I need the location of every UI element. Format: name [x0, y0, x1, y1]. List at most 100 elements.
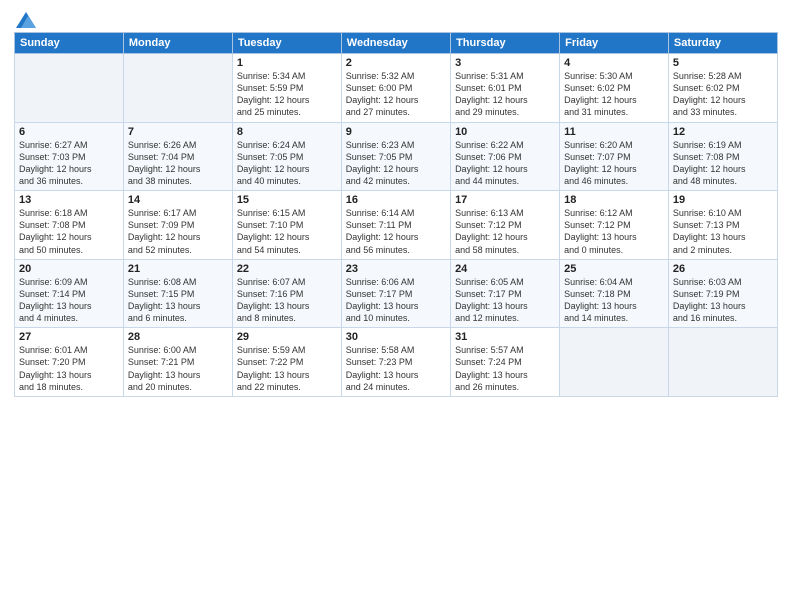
calendar-cell: 26Sunrise: 6:03 AM Sunset: 7:19 PM Dayli…	[668, 259, 777, 328]
day-number: 24	[455, 263, 555, 275]
cell-content: Sunrise: 6:18 AM Sunset: 7:08 PM Dayligh…	[19, 207, 119, 256]
calendar-cell: 31Sunrise: 5:57 AM Sunset: 7:24 PM Dayli…	[451, 328, 560, 397]
day-number: 18	[564, 194, 664, 206]
cell-content: Sunrise: 6:24 AM Sunset: 7:05 PM Dayligh…	[237, 139, 337, 188]
cell-content: Sunrise: 5:31 AM Sunset: 6:01 PM Dayligh…	[455, 70, 555, 119]
calendar-week-row: 20Sunrise: 6:09 AM Sunset: 7:14 PM Dayli…	[15, 259, 778, 328]
calendar-cell: 29Sunrise: 5:59 AM Sunset: 7:22 PM Dayli…	[232, 328, 341, 397]
cell-content: Sunrise: 6:10 AM Sunset: 7:13 PM Dayligh…	[673, 207, 773, 256]
calendar-cell: 24Sunrise: 6:05 AM Sunset: 7:17 PM Dayli…	[451, 259, 560, 328]
cell-content: Sunrise: 5:34 AM Sunset: 5:59 PM Dayligh…	[237, 70, 337, 119]
day-of-week-header: Thursday	[451, 33, 560, 54]
cell-content: Sunrise: 6:08 AM Sunset: 7:15 PM Dayligh…	[128, 276, 228, 325]
cell-content: Sunrise: 6:12 AM Sunset: 7:12 PM Dayligh…	[564, 207, 664, 256]
day-number: 25	[564, 263, 664, 275]
cell-content: Sunrise: 6:22 AM Sunset: 7:06 PM Dayligh…	[455, 139, 555, 188]
day-number: 31	[455, 331, 555, 343]
calendar-cell: 23Sunrise: 6:06 AM Sunset: 7:17 PM Dayli…	[341, 259, 450, 328]
cell-content: Sunrise: 6:27 AM Sunset: 7:03 PM Dayligh…	[19, 139, 119, 188]
calendar-cell	[15, 54, 124, 123]
calendar-cell: 13Sunrise: 6:18 AM Sunset: 7:08 PM Dayli…	[15, 191, 124, 260]
calendar-cell: 14Sunrise: 6:17 AM Sunset: 7:09 PM Dayli…	[123, 191, 232, 260]
cell-content: Sunrise: 5:28 AM Sunset: 6:02 PM Dayligh…	[673, 70, 773, 119]
calendar-cell: 15Sunrise: 6:15 AM Sunset: 7:10 PM Dayli…	[232, 191, 341, 260]
cell-content: Sunrise: 6:03 AM Sunset: 7:19 PM Dayligh…	[673, 276, 773, 325]
day-of-week-header: Friday	[560, 33, 669, 54]
cell-content: Sunrise: 6:26 AM Sunset: 7:04 PM Dayligh…	[128, 139, 228, 188]
day-number: 5	[673, 57, 773, 69]
day-number: 14	[128, 194, 228, 206]
calendar-cell: 17Sunrise: 6:13 AM Sunset: 7:12 PM Dayli…	[451, 191, 560, 260]
calendar-cell: 3Sunrise: 5:31 AM Sunset: 6:01 PM Daylig…	[451, 54, 560, 123]
calendar-cell: 25Sunrise: 6:04 AM Sunset: 7:18 PM Dayli…	[560, 259, 669, 328]
cell-content: Sunrise: 6:19 AM Sunset: 7:08 PM Dayligh…	[673, 139, 773, 188]
day-number: 9	[346, 126, 446, 138]
calendar-cell: 2Sunrise: 5:32 AM Sunset: 6:00 PM Daylig…	[341, 54, 450, 123]
day-of-week-header: Saturday	[668, 33, 777, 54]
day-number: 6	[19, 126, 119, 138]
calendar-week-row: 1Sunrise: 5:34 AM Sunset: 5:59 PM Daylig…	[15, 54, 778, 123]
cell-content: Sunrise: 6:00 AM Sunset: 7:21 PM Dayligh…	[128, 344, 228, 393]
day-number: 30	[346, 331, 446, 343]
calendar-cell: 18Sunrise: 6:12 AM Sunset: 7:12 PM Dayli…	[560, 191, 669, 260]
calendar-cell	[560, 328, 669, 397]
cell-content: Sunrise: 6:14 AM Sunset: 7:11 PM Dayligh…	[346, 207, 446, 256]
cell-content: Sunrise: 6:23 AM Sunset: 7:05 PM Dayligh…	[346, 139, 446, 188]
cell-content: Sunrise: 6:15 AM Sunset: 7:10 PM Dayligh…	[237, 207, 337, 256]
calendar-week-row: 27Sunrise: 6:01 AM Sunset: 7:20 PM Dayli…	[15, 328, 778, 397]
calendar-cell: 22Sunrise: 6:07 AM Sunset: 7:16 PM Dayli…	[232, 259, 341, 328]
day-number: 19	[673, 194, 773, 206]
day-number: 13	[19, 194, 119, 206]
day-of-week-header: Monday	[123, 33, 232, 54]
day-number: 20	[19, 263, 119, 275]
calendar-cell: 21Sunrise: 6:08 AM Sunset: 7:15 PM Dayli…	[123, 259, 232, 328]
day-number: 2	[346, 57, 446, 69]
cell-content: Sunrise: 6:01 AM Sunset: 7:20 PM Dayligh…	[19, 344, 119, 393]
cell-content: Sunrise: 6:20 AM Sunset: 7:07 PM Dayligh…	[564, 139, 664, 188]
calendar-cell: 1Sunrise: 5:34 AM Sunset: 5:59 PM Daylig…	[232, 54, 341, 123]
calendar-cell: 19Sunrise: 6:10 AM Sunset: 7:13 PM Dayli…	[668, 191, 777, 260]
cell-content: Sunrise: 6:06 AM Sunset: 7:17 PM Dayligh…	[346, 276, 446, 325]
calendar-cell: 16Sunrise: 6:14 AM Sunset: 7:11 PM Dayli…	[341, 191, 450, 260]
day-number: 29	[237, 331, 337, 343]
day-number: 26	[673, 263, 773, 275]
day-number: 27	[19, 331, 119, 343]
calendar-cell: 4Sunrise: 5:30 AM Sunset: 6:02 PM Daylig…	[560, 54, 669, 123]
page: SundayMondayTuesdayWednesdayThursdayFrid…	[0, 0, 792, 612]
calendar-cell	[668, 328, 777, 397]
cell-content: Sunrise: 6:17 AM Sunset: 7:09 PM Dayligh…	[128, 207, 228, 256]
day-number: 3	[455, 57, 555, 69]
day-number: 28	[128, 331, 228, 343]
calendar-cell: 20Sunrise: 6:09 AM Sunset: 7:14 PM Dayli…	[15, 259, 124, 328]
cell-content: Sunrise: 5:30 AM Sunset: 6:02 PM Dayligh…	[564, 70, 664, 119]
calendar-cell: 5Sunrise: 5:28 AM Sunset: 6:02 PM Daylig…	[668, 54, 777, 123]
day-number: 11	[564, 126, 664, 138]
day-number: 16	[346, 194, 446, 206]
day-number: 15	[237, 194, 337, 206]
calendar-cell: 8Sunrise: 6:24 AM Sunset: 7:05 PM Daylig…	[232, 122, 341, 191]
calendar-cell: 7Sunrise: 6:26 AM Sunset: 7:04 PM Daylig…	[123, 122, 232, 191]
calendar-cell: 12Sunrise: 6:19 AM Sunset: 7:08 PM Dayli…	[668, 122, 777, 191]
day-number: 4	[564, 57, 664, 69]
calendar-cell: 9Sunrise: 6:23 AM Sunset: 7:05 PM Daylig…	[341, 122, 450, 191]
cell-content: Sunrise: 5:57 AM Sunset: 7:24 PM Dayligh…	[455, 344, 555, 393]
day-number: 7	[128, 126, 228, 138]
logo	[14, 14, 36, 28]
calendar-cell: 30Sunrise: 5:58 AM Sunset: 7:23 PM Dayli…	[341, 328, 450, 397]
day-number: 22	[237, 263, 337, 275]
cell-content: Sunrise: 6:09 AM Sunset: 7:14 PM Dayligh…	[19, 276, 119, 325]
cell-content: Sunrise: 6:07 AM Sunset: 7:16 PM Dayligh…	[237, 276, 337, 325]
day-number: 1	[237, 57, 337, 69]
day-of-week-header: Wednesday	[341, 33, 450, 54]
cell-content: Sunrise: 6:04 AM Sunset: 7:18 PM Dayligh…	[564, 276, 664, 325]
day-number: 12	[673, 126, 773, 138]
calendar-cell: 11Sunrise: 6:20 AM Sunset: 7:07 PM Dayli…	[560, 122, 669, 191]
calendar-table: SundayMondayTuesdayWednesdayThursdayFrid…	[14, 32, 778, 397]
cell-content: Sunrise: 6:05 AM Sunset: 7:17 PM Dayligh…	[455, 276, 555, 325]
day-number: 23	[346, 263, 446, 275]
day-number: 8	[237, 126, 337, 138]
cell-content: Sunrise: 6:13 AM Sunset: 7:12 PM Dayligh…	[455, 207, 555, 256]
calendar-week-row: 13Sunrise: 6:18 AM Sunset: 7:08 PM Dayli…	[15, 191, 778, 260]
day-number: 10	[455, 126, 555, 138]
day-of-week-header: Sunday	[15, 33, 124, 54]
